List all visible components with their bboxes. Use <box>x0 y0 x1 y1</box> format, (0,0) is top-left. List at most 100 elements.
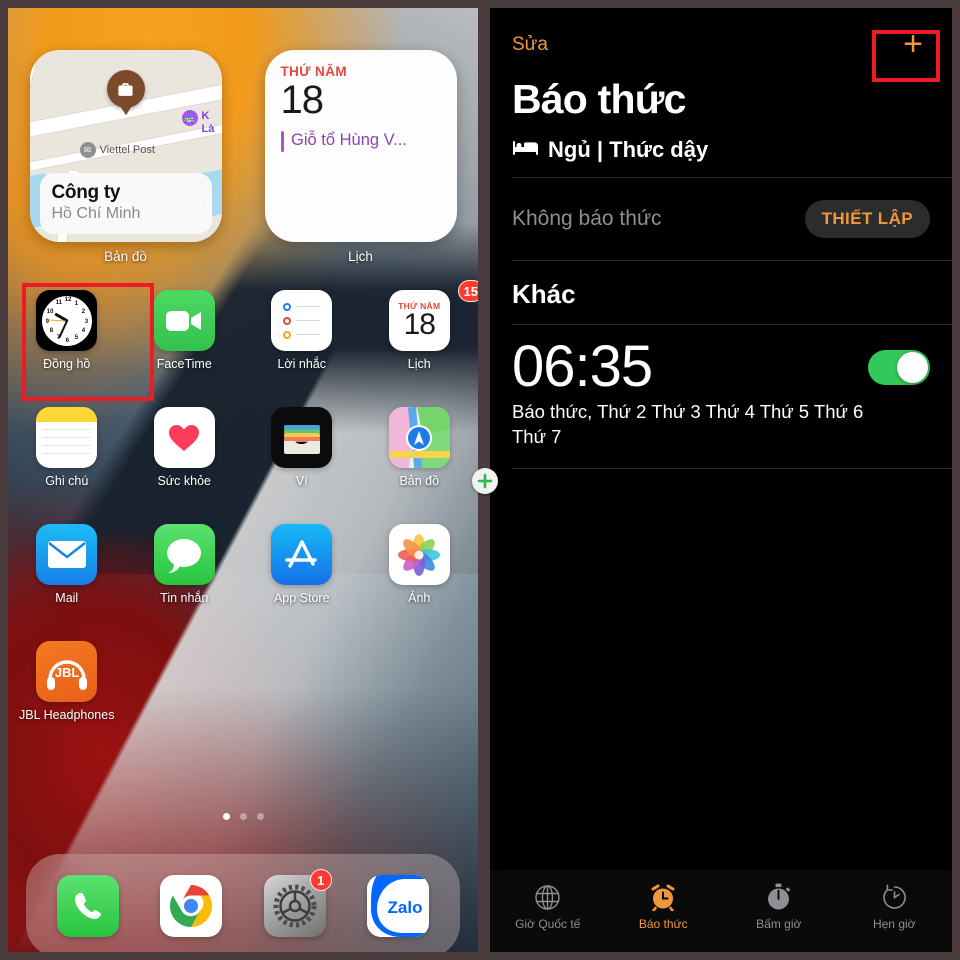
app-row-1: 12 1 2 3 4 5 6 7 8 9 10 <box>8 286 478 403</box>
page-dot-3[interactable] <box>256 813 264 820</box>
alarm-clock-icon <box>648 882 678 912</box>
svg-text:Zalo: Zalo <box>388 898 423 917</box>
calendar-weekday: THỨ NĂM <box>280 64 347 79</box>
notes-icon[interactable] <box>36 407 98 468</box>
alarm-subtitle: Báo thức, Thứ 2 Thứ 3 Thứ 4 Thứ 5 Thứ 6 … <box>512 400 864 447</box>
app-wallet[interactable]: Ví <box>243 403 361 520</box>
sleep-wake-label: Ngủ | Thức dậy <box>548 137 709 162</box>
event-color-bar <box>280 131 284 152</box>
maps-icon[interactable] <box>388 407 450 468</box>
app-messages[interactable]: Tin nhắn <box>126 520 244 637</box>
reminders-icon[interactable] <box>271 290 333 351</box>
settings-icon[interactable]: 1 <box>263 869 332 937</box>
no-alarm-row: Không báo thức THIẾT LẬP <box>490 178 952 260</box>
setup-button[interactable]: THIẾT LẬP <box>804 200 930 238</box>
app-label: App Store <box>273 591 330 605</box>
app-label: Tin nhắn <box>160 591 209 605</box>
maps-widget[interactable]: ✉ Viettel Post 🚌 K Là Công ty Hồ Chí Min… <box>29 50 222 242</box>
divider <box>512 467 952 469</box>
tab-stopwatch[interactable]: Bấm giờ <box>721 882 837 931</box>
photos-icon[interactable] <box>388 524 450 585</box>
briefcase-icon <box>106 70 145 108</box>
map-card-subtitle: Hồ Chí Minh <box>51 205 141 222</box>
clock-face: 12 1 2 3 4 5 6 7 8 9 10 <box>41 295 92 346</box>
zalo-icon[interactable]: Zalo <box>367 875 430 937</box>
page-indicator[interactable] <box>8 813 478 820</box>
page-dot-1[interactable] <box>222 813 230 820</box>
facetime-icon[interactable] <box>153 290 215 351</box>
map-poi-label: Viettel Post <box>99 144 155 156</box>
section-title-other: Khác <box>512 279 576 309</box>
alarm-toggle[interactable] <box>868 349 930 385</box>
edit-button[interactable]: Sửa <box>512 34 548 56</box>
app-photos[interactable]: Ảnh <box>361 520 479 637</box>
app-clock[interactable]: 12 1 2 3 4 5 6 7 8 9 10 <box>8 286 126 403</box>
maps-widget-label: Bản đồ <box>104 249 147 264</box>
app-notes[interactable]: Ghi chú <box>8 403 126 520</box>
iphone-home-screen: ✉ Viettel Post 🚌 K Là Công ty Hồ Chí Min… <box>8 8 478 952</box>
phone-icon[interactable] <box>56 875 119 937</box>
screenshot-root: ✉ Viettel Post 🚌 K Là Công ty Hồ Chí Min… <box>0 0 960 960</box>
map-poi-side-l1: K <box>201 110 210 122</box>
toggle-knob <box>897 351 928 383</box>
appstore-icon[interactable] <box>271 524 333 585</box>
bus-poi-icon: 🚌 <box>181 110 198 126</box>
sleep-wake-row[interactable]: Ngủ | Thức dậy <box>490 123 952 177</box>
app-row-3: Mail Tin nhắn 15 App Store Ảnh <box>8 280 479 637</box>
jbl-icon[interactable]: JBL <box>36 641 98 702</box>
bed-icon <box>512 137 539 163</box>
badge-count: 1 <box>309 869 332 891</box>
app-label: FaceTime <box>156 357 212 371</box>
clock-icon[interactable]: 12 1 2 3 4 5 6 7 8 9 10 <box>36 290 98 351</box>
app-health[interactable]: Sức khỏe <box>126 403 244 520</box>
app-maps[interactable]: Bản đồ <box>361 403 479 520</box>
tab-timer[interactable]: Hẹn giờ <box>837 882 953 931</box>
map-poi-side-l2: Là <box>201 122 215 135</box>
tab-label: Hẹn giờ <box>872 917 916 931</box>
wallet-icon[interactable] <box>271 407 333 468</box>
page-dot-2[interactable] <box>239 813 247 820</box>
stopwatch-icon <box>764 882 794 912</box>
health-icon[interactable] <box>153 407 215 468</box>
tab-label: Giờ Quốc tế <box>515 917 581 931</box>
app-label: Ví <box>295 474 308 488</box>
app-label: Ảnh <box>408 591 431 605</box>
app-label: Đồng hồ <box>43 357 91 371</box>
calendar-widget[interactable]: THỨ NĂM 18 Giỗ tổ Hùng V... <box>264 50 457 242</box>
calendar-icon[interactable]: THỨ NĂM 18 <box>388 290 450 351</box>
map-pin-stem <box>124 107 127 114</box>
app-facetime[interactable]: FaceTime <box>126 286 244 403</box>
app-mail[interactable]: Mail <box>8 520 126 637</box>
mail-icon[interactable] <box>36 524 98 585</box>
add-alarm-highlight <box>872 30 940 82</box>
map-location-card: Công ty Hồ Chí Minh <box>39 173 212 234</box>
dock: 1 Zalo <box>26 854 460 952</box>
maps-widget-cell[interactable]: ✉ Viettel Post 🚌 K Là Công ty Hồ Chí Min… <box>29 50 222 264</box>
tab-label: Bấm giờ <box>756 917 802 931</box>
badge-count: 15 <box>457 280 478 302</box>
calendar-widget-cell[interactable]: THỨ NĂM 18 Giỗ tổ Hùng V... Lịch <box>264 50 457 264</box>
app-jbl[interactable]: JBL JBL Headphones <box>8 637 126 754</box>
clock-app-screen: Sửa + Báo thức Ngủ | Thức dậy Không báo … <box>490 8 952 952</box>
tab-alarm[interactable]: Báo thức <box>606 882 722 931</box>
app-appstore[interactable]: 15 App Store <box>243 280 478 637</box>
chrome-icon[interactable] <box>160 875 223 937</box>
app-label: JBL Headphones <box>19 708 115 722</box>
map-poi-viettel: ✉ Viettel Post <box>79 142 155 158</box>
map-poi-side: 🚌 K Là <box>181 110 215 135</box>
tab-label: Báo thức <box>638 917 688 931</box>
globe-icon <box>533 882 563 912</box>
map-card-title: Công ty <box>51 182 121 203</box>
widget-row: ✉ Viettel Post 🚌 K Là Công ty Hồ Chí Min… <box>8 50 478 264</box>
alarm-list-item[interactable]: 06:35 Báo thức, Thứ 2 Thứ 3 Thứ 4 Thứ 5 … <box>490 325 952 468</box>
tab-world-clock[interactable]: Giờ Quốc tế <box>490 882 606 931</box>
app-label: Sức khỏe <box>157 474 212 488</box>
app-calendar[interactable]: THỨ NĂM 18 Lịch <box>361 286 479 403</box>
app-reminders[interactable]: Lời nhắc <box>243 286 361 403</box>
plus-circle-icon[interactable] <box>472 468 498 494</box>
messages-icon[interactable] <box>153 524 215 585</box>
app-label: Mail <box>55 591 79 605</box>
app-label: Lịch <box>407 357 431 371</box>
app-label: Bản đồ <box>399 474 440 488</box>
calendar-icon-day: 18 <box>403 308 436 342</box>
